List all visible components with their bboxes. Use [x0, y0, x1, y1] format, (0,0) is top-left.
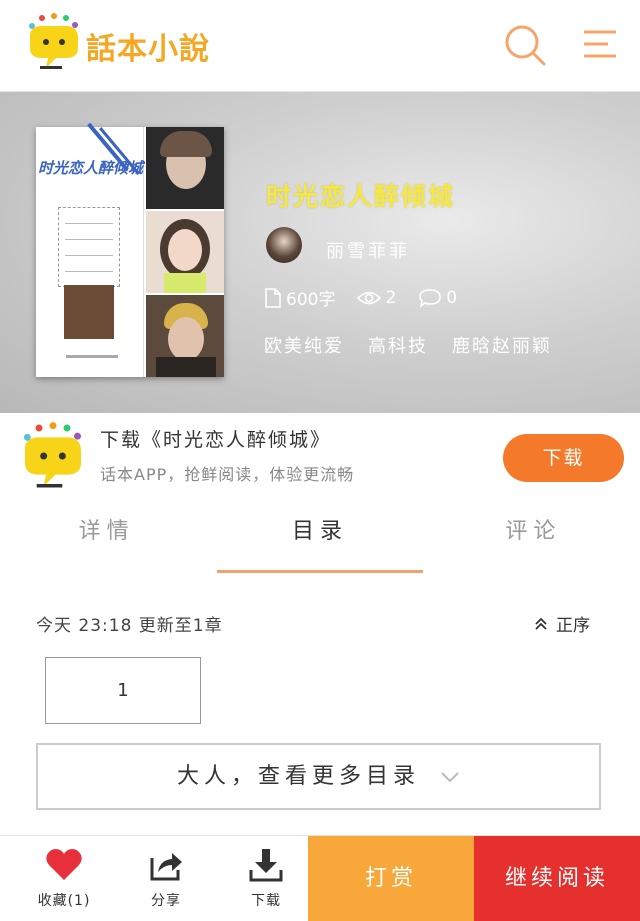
- cover-photo: [64, 285, 114, 339]
- app-logo-icon: [23, 422, 81, 488]
- share-label: 分享: [151, 893, 181, 909]
- top-bar: 話本小說: [0, 0, 640, 92]
- share-button[interactable]: 分享: [118, 836, 214, 921]
- cover-title: 时光恋人醉倾城: [38, 159, 144, 177]
- download-app-button[interactable]: 下载: [503, 434, 624, 482]
- download-label: 下载: [251, 893, 281, 909]
- download-button[interactable]: 下载: [218, 836, 314, 921]
- update-status: 今天 23:18 更新至1章: [36, 616, 223, 636]
- author-name[interactable]: 丽雪菲菲: [326, 237, 410, 263]
- cover-portrait-1: [146, 127, 224, 209]
- tab-details[interactable]: 详情: [0, 501, 213, 573]
- cover-portrait-2: [146, 211, 224, 293]
- book-hero: 时光恋人醉倾城 时光恋人醉倾城 丽雪菲菲 600字 2 0 欧美纯爱 高科技 鹿…: [0, 92, 640, 413]
- search-icon: [505, 25, 546, 66]
- chapter-page-1[interactable]: 1: [45, 657, 201, 724]
- site-logo[interactable]: 話本小說: [24, 10, 244, 76]
- sort-order-toggle[interactable]: 正序: [534, 611, 590, 636]
- eye-icon: [357, 291, 382, 304]
- document-icon: [265, 287, 281, 308]
- tag-item[interactable]: 欧美纯爱: [264, 332, 344, 358]
- download-subtitle: 话本APP，抢鲜阅读，体验更流畅: [100, 465, 355, 484]
- tip-button[interactable]: 打赏: [308, 836, 474, 921]
- logo-bubble-icon: [29, 13, 78, 69]
- tab-comments[interactable]: 评论: [427, 501, 640, 573]
- content-tabs: 详情 目录 评论: [0, 501, 640, 573]
- book-title: 时光恋人醉倾城: [266, 182, 456, 211]
- cover-portrait-3: [146, 295, 224, 377]
- comment-icon: [419, 288, 442, 308]
- continue-reading-button[interactable]: 继续阅读: [474, 836, 640, 921]
- cover-text-box: [58, 207, 120, 287]
- word-count: 600字: [264, 285, 335, 310]
- author-avatar[interactable]: [266, 227, 302, 263]
- sort-order-label: 正序: [556, 616, 590, 636]
- download-icon: [249, 849, 283, 882]
- tag-item[interactable]: 高科技: [368, 332, 428, 358]
- favorite-label: 收藏(1): [37, 893, 91, 909]
- cover-text-panel: 时光恋人醉倾城: [36, 122, 144, 377]
- app-download-banner: 下载《时光恋人醉倾城》 话本APP，抢鲜阅读，体验更流畅 下载: [0, 413, 640, 501]
- logo-text: 話本小說: [86, 32, 210, 67]
- favorite-button[interactable]: 收藏(1): [16, 836, 112, 921]
- double-chevron-up-icon: [535, 617, 547, 630]
- book-tags: 欧美纯爱 高科技 鹿晗赵丽颖: [264, 332, 576, 358]
- book-stats: 600字 2 0: [264, 285, 479, 310]
- share-icon: [150, 853, 182, 881]
- chevron-down-icon: [441, 772, 459, 783]
- more-catalog-label: 大人，查看更多目录: [176, 764, 420, 789]
- download-title: 下载《时光恋人醉倾城》: [100, 429, 332, 451]
- heart-icon: [46, 849, 82, 880]
- menu-button[interactable]: [578, 26, 620, 66]
- menu-icon: [584, 30, 616, 58]
- tag-item[interactable]: 鹿晗赵丽颖: [452, 332, 552, 358]
- tab-catalog[interactable]: 目录: [213, 501, 426, 573]
- bottom-action-bar: 收藏(1) 分享 下载 打赏 继续阅读: [0, 835, 640, 921]
- view-count: 2: [357, 288, 396, 308]
- comment-count: 0: [418, 288, 457, 308]
- book-cover[interactable]: 时光恋人醉倾城: [36, 122, 224, 377]
- search-button[interactable]: [500, 22, 550, 68]
- more-catalog-button[interactable]: 大人，查看更多目录: [36, 743, 601, 810]
- cover-date-line: [66, 355, 118, 358]
